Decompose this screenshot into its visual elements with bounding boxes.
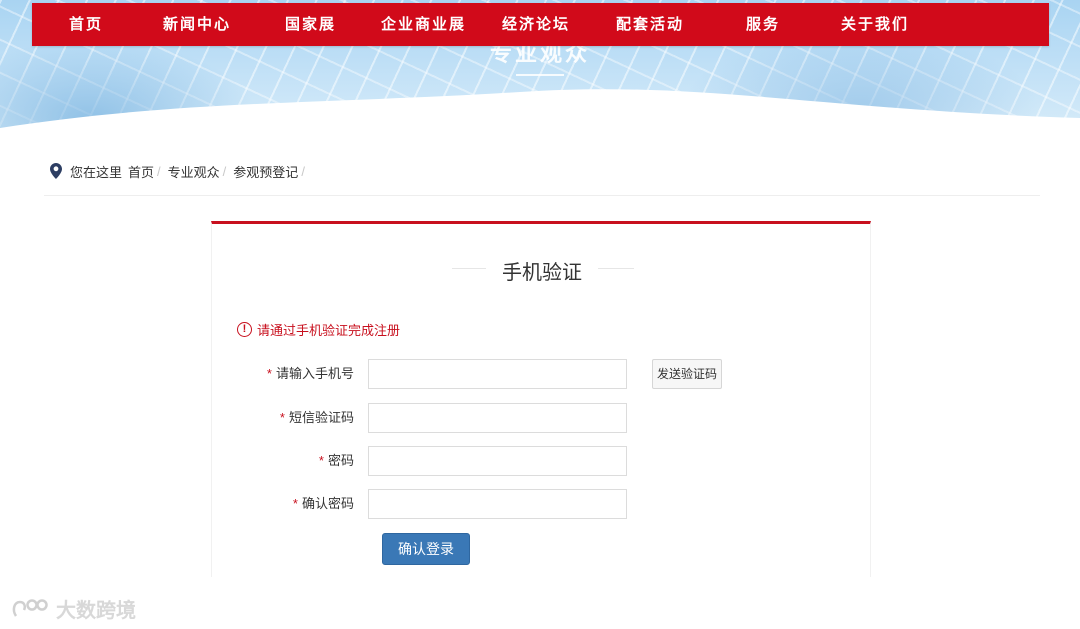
watermark-text: 大数跨境 bbox=[56, 600, 136, 622]
sms-code-label-text: 短信验证码 bbox=[288, 410, 354, 425]
password-input[interactable] bbox=[368, 446, 627, 476]
breadcrumb-current-pre-registration: 参观预登记 bbox=[233, 164, 299, 180]
confirm-password-label: * 确认密码 bbox=[293, 489, 354, 519]
password-label-text: 密码 bbox=[327, 453, 354, 468]
watermark: 大数跨境 bbox=[10, 594, 136, 623]
phone-input[interactable] bbox=[368, 359, 627, 389]
required-mark: * bbox=[279, 410, 285, 425]
send-code-button[interactable]: 发送验证码 bbox=[652, 359, 723, 389]
breadcrumb: 您在这里 首页 / 专业观众 / 参观预登记 / bbox=[50, 160, 312, 182]
sms-code-input[interactable] bbox=[368, 403, 627, 433]
password-label: * 密码 bbox=[319, 446, 354, 476]
required-mark: * bbox=[318, 453, 324, 468]
required-mark: * bbox=[292, 496, 298, 511]
nav-item-home[interactable]: 首页 bbox=[69, 3, 103, 46]
nav-item-news-center[interactable]: 新闻中心 bbox=[163, 3, 231, 46]
breadcrumb-link-home[interactable]: 首页 bbox=[128, 162, 154, 181]
top-navigation-bar: 首页 新闻中心 国家展 企业商业展 经济论坛 配套活动 服务 关于我们 bbox=[32, 3, 1049, 46]
nav-item-about-us[interactable]: 关于我们 bbox=[841, 3, 909, 46]
nav-item-services[interactable]: 服务 bbox=[746, 3, 780, 46]
phone-label-text: 请输入手机号 bbox=[275, 366, 354, 381]
verification-notice: ! 请通过手机验证完成注册 bbox=[237, 320, 400, 339]
notice-text: 请通过手机验证完成注册 bbox=[257, 323, 401, 338]
confirm-password-row: * 确认密码 bbox=[212, 489, 872, 519]
breadcrumb-link-professional-visitors[interactable]: 专业观众 bbox=[168, 162, 220, 181]
required-mark: * bbox=[266, 366, 272, 381]
alert-circle-icon: ! bbox=[237, 322, 252, 337]
confirm-login-button[interactable]: 确认登录 bbox=[382, 533, 470, 565]
breadcrumb-separator: / bbox=[301, 163, 305, 179]
breadcrumb-divider bbox=[44, 195, 1040, 196]
nav-item-economic-forum[interactable]: 经济论坛 bbox=[502, 3, 570, 46]
breadcrumb-separator: / bbox=[157, 163, 161, 179]
nav-item-country-pavilion[interactable]: 国家展 bbox=[285, 3, 336, 46]
phone-verification-card: 手机验证 ! 请通过手机验证完成注册 * 请输入手机号 发送验证码 * 短信验证码 … bbox=[211, 221, 871, 577]
confirm-password-label-text: 确认密码 bbox=[301, 496, 354, 511]
watermark-logo-icon bbox=[12, 598, 48, 617]
card-title-wrap: 手机验证 bbox=[212, 256, 872, 285]
nav-item-supporting-events[interactable]: 配套活动 bbox=[616, 3, 684, 46]
sms-code-row: * 短信验证码 bbox=[212, 403, 872, 433]
breadcrumb-prefix: 您在这里 bbox=[70, 164, 123, 180]
location-pin-icon bbox=[50, 163, 62, 179]
phone-label: * 请输入手机号 bbox=[267, 359, 354, 389]
nav-item-business-exhibition[interactable]: 企业商业展 bbox=[381, 3, 466, 46]
confirm-password-input[interactable] bbox=[368, 489, 627, 519]
card-title: 手机验证 bbox=[486, 256, 598, 285]
phone-row: * 请输入手机号 发送验证码 bbox=[212, 359, 872, 389]
breadcrumb-separator: / bbox=[222, 163, 227, 179]
sms-code-label: * 短信验证码 bbox=[280, 403, 354, 433]
password-row: * 密码 bbox=[212, 446, 872, 476]
